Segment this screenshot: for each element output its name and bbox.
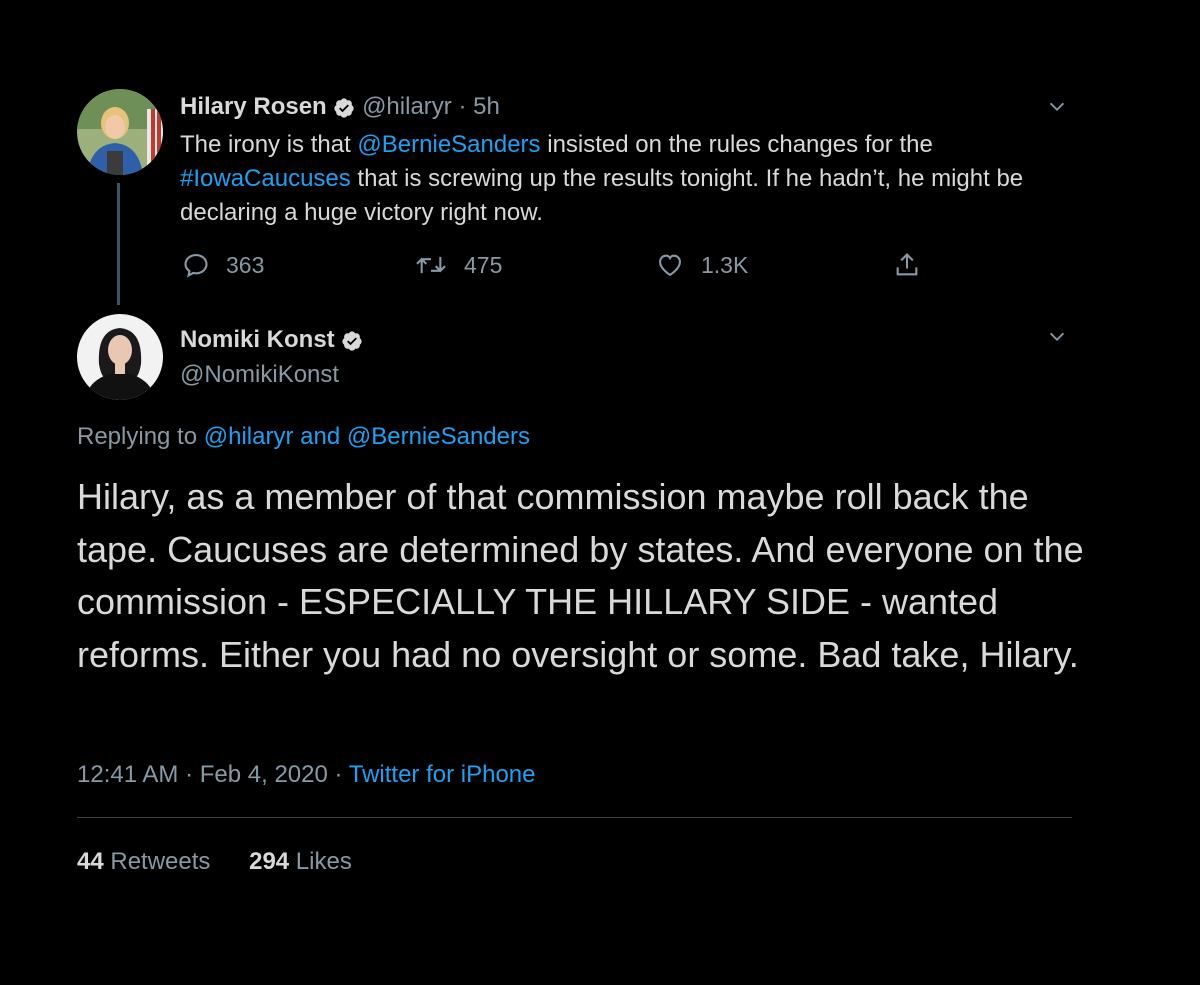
tweet-date[interactable]: Feb 4, 2020 bbox=[200, 761, 328, 788]
like-icon bbox=[659, 254, 681, 277]
retweets-count: 44 bbox=[77, 848, 104, 875]
mention-link[interactable]: @BernieSanders bbox=[347, 423, 530, 450]
tweet-text-segment: The irony is that bbox=[180, 131, 358, 158]
meta-separator: · bbox=[327, 761, 349, 788]
chevron-down-icon[interactable] bbox=[1046, 96, 1068, 118]
retweets-stat[interactable]: 44 Retweets bbox=[77, 848, 210, 875]
divider bbox=[77, 817, 1072, 818]
reply-author-handle[interactable]: @NomikiKonst bbox=[180, 360, 339, 390]
reply-author-name[interactable]: Nomiki Konst bbox=[180, 326, 335, 353]
thread-connector-line bbox=[117, 183, 120, 305]
replying-prefix: Replying to bbox=[77, 423, 204, 450]
likes-stat[interactable]: 294 Likes bbox=[249, 848, 352, 875]
reply-author-header: Nomiki Konst bbox=[180, 325, 363, 355]
header-separator: · bbox=[458, 93, 467, 120]
avatar-image bbox=[77, 89, 163, 175]
likes-label: Likes bbox=[289, 848, 352, 875]
retweets-label: Retweets bbox=[103, 848, 211, 875]
avatar-hilary-rosen[interactable] bbox=[77, 89, 163, 175]
verified-badge-icon bbox=[342, 331, 362, 351]
likes-count: 294 bbox=[249, 848, 290, 875]
retweet-button[interactable]: 475 bbox=[414, 250, 502, 280]
share-button[interactable] bbox=[893, 250, 937, 280]
like-count: 1.3K bbox=[701, 251, 749, 278]
retweet-count: 475 bbox=[464, 251, 503, 278]
like-button[interactable]: 1.3K bbox=[655, 250, 748, 280]
avatar-image bbox=[77, 314, 163, 400]
verified-badge-icon bbox=[334, 98, 355, 118]
tweet-source-link[interactable]: Twitter for iPhone bbox=[349, 761, 536, 788]
parent-tweet-text: The irony is that @BernieSanders insiste… bbox=[180, 128, 1080, 230]
tweet-stats: 44 Retweets 294 Likes bbox=[77, 846, 384, 878]
chevron-down-icon[interactable] bbox=[1046, 326, 1068, 348]
retweet-icon bbox=[416, 256, 446, 274]
mention-link[interactable]: @BernieSanders bbox=[357, 131, 540, 158]
replying-to: Replying to @hilaryr and @BernieSanders bbox=[77, 421, 530, 453]
reply-count: 363 bbox=[226, 251, 265, 278]
reply-tweet-text: Hilary, as a member of that commission m… bbox=[77, 476, 1084, 675]
parent-author-name[interactable]: Hilary Rosen bbox=[180, 93, 327, 120]
mention-link[interactable]: @hilaryr bbox=[204, 423, 294, 450]
share-icon bbox=[896, 253, 918, 276]
parent-author-handle[interactable]: @hilaryr bbox=[362, 93, 452, 120]
hashtag-link[interactable]: #IowaCaucuses bbox=[180, 165, 351, 192]
parent-tweet-header: Hilary Rosen @hilaryr · 5h bbox=[180, 92, 500, 122]
tweet-timestamp: 12:41 AM · Feb 4, 2020 · Twitter for iPh… bbox=[77, 759, 536, 791]
replying-and: and bbox=[293, 423, 347, 450]
reply-button[interactable]: 363 bbox=[182, 250, 264, 280]
avatar-nomiki-konst[interactable] bbox=[77, 314, 163, 400]
reply-icon bbox=[184, 254, 208, 278]
meta-separator: · bbox=[178, 761, 200, 788]
parent-tweet-time[interactable]: 5h bbox=[473, 93, 500, 120]
tweet-text-segment: insisted on the rules changes for the bbox=[540, 131, 933, 158]
tweet-time[interactable]: 12:41 AM bbox=[77, 761, 178, 788]
